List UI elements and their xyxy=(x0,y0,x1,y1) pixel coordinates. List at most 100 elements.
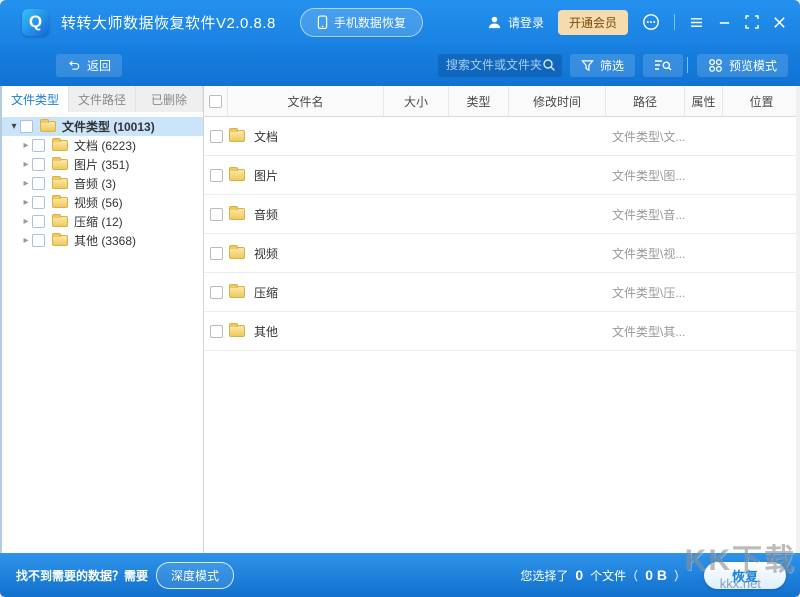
column-header-path[interactable]: 路径 xyxy=(606,86,685,116)
tab-deleted[interactable]: 已删除 xyxy=(136,86,203,112)
file-type-tree: ▾ 文件类型 (10013) ▸ 文档 (6223) ▸ 图片 (351) xyxy=(2,112,203,250)
row-filename: 文档 xyxy=(254,128,278,145)
tree-root-checkbox[interactable] xyxy=(20,120,33,133)
expand-right-icon[interactable]: ▸ xyxy=(20,235,32,246)
selection-suffix: ） xyxy=(674,567,686,584)
search-icon[interactable] xyxy=(542,58,556,72)
row-filename: 其他 xyxy=(254,323,278,340)
phone-recovery-button[interactable]: 手机数据恢复 xyxy=(300,8,423,37)
row-checkbox[interactable] xyxy=(210,286,223,299)
row-checkbox[interactable] xyxy=(210,247,223,260)
folder-icon xyxy=(229,169,245,181)
column-header-attr[interactable]: 属性 xyxy=(685,86,723,116)
table-row[interactable]: 其他 文件类型\其... xyxy=(204,312,800,351)
preview-mode-label: 预览模式 xyxy=(729,57,777,74)
search-input[interactable] xyxy=(446,58,542,72)
row-checkbox[interactable] xyxy=(210,325,223,338)
row-path: 文件类型\其... xyxy=(606,323,685,340)
selection-count: 0 xyxy=(575,567,583,583)
tree-item-video[interactable]: ▸ 视频 (56) xyxy=(2,193,203,212)
selection-mid: 个文件（ xyxy=(590,567,638,584)
tree-item-audio[interactable]: ▸ 音频 (3) xyxy=(2,174,203,193)
expand-down-icon[interactable]: ▾ xyxy=(8,121,20,132)
back-button[interactable]: 返回 xyxy=(56,54,122,77)
column-header-modified[interactable]: 修改时间 xyxy=(509,86,606,116)
tree-item-documents[interactable]: ▸ 文档 (6223) xyxy=(2,136,203,155)
table-row[interactable]: 视频 文件类型\视... xyxy=(204,234,800,273)
column-header-type[interactable]: 类型 xyxy=(449,86,509,116)
phone-icon xyxy=(317,15,328,30)
tree-item-checkbox[interactable] xyxy=(32,196,45,209)
row-filename: 视频 xyxy=(254,245,278,262)
folder-icon xyxy=(40,121,56,132)
titlebar-divider xyxy=(674,14,675,30)
filter-label: 筛选 xyxy=(600,57,624,74)
filter-button[interactable]: 筛选 xyxy=(570,54,635,77)
maximize-icon[interactable] xyxy=(745,15,759,29)
recover-button[interactable]: 恢复 xyxy=(704,562,786,589)
tree-item-label: 其他 (3368) xyxy=(74,232,136,249)
table-row[interactable]: 图片 文件类型\图... xyxy=(204,156,800,195)
column-header-location[interactable]: 位置 xyxy=(723,86,800,116)
expand-right-icon[interactable]: ▸ xyxy=(20,178,32,189)
preview-mode-button[interactable]: 预览模式 xyxy=(697,54,788,77)
row-checkbox[interactable] xyxy=(210,130,223,143)
folder-icon xyxy=(52,235,68,246)
table-header: 文件名 大小 类型 修改时间 路径 属性 位置 xyxy=(204,86,800,117)
folder-icon xyxy=(229,208,245,220)
tree-item-archive[interactable]: ▸ 压缩 (12) xyxy=(2,212,203,231)
tree-item-label: 文档 (6223) xyxy=(74,137,136,154)
tree-item-checkbox[interactable] xyxy=(32,139,45,152)
minimize-icon[interactable] xyxy=(718,16,731,29)
select-all-checkbox[interactable] xyxy=(209,95,222,108)
back-arrow-icon xyxy=(67,59,81,72)
row-filename: 图片 xyxy=(254,167,278,184)
tree-item-other[interactable]: ▸ 其他 (3368) xyxy=(2,231,203,250)
sidebar: 文件类型 文件路径 已删除 ▾ 文件类型 (10013) ▸ 文档 (6223) xyxy=(2,86,204,553)
customer-service-icon[interactable] xyxy=(642,13,660,31)
folder-icon xyxy=(229,247,245,259)
tab-file-path[interactable]: 文件路径 xyxy=(69,86,136,112)
row-checkbox[interactable] xyxy=(210,208,223,221)
app-title: 转转大师数据恢复软件V2.0.8.8 xyxy=(61,12,276,33)
tree-item-checkbox[interactable] xyxy=(32,215,45,228)
tree-item-label: 图片 (351) xyxy=(74,156,129,173)
folder-icon xyxy=(229,286,245,298)
folder-icon xyxy=(52,159,68,170)
tree-item-checkbox[interactable] xyxy=(32,177,45,190)
folder-icon xyxy=(52,216,68,227)
expand-right-icon[interactable]: ▸ xyxy=(20,197,32,208)
row-filename: 音频 xyxy=(254,206,278,223)
filter-search-button[interactable] xyxy=(643,54,683,77)
login-button[interactable]: 请登录 xyxy=(487,14,544,31)
funnel-icon xyxy=(581,59,594,72)
scrollbar[interactable] xyxy=(796,86,800,553)
row-path: 文件类型\文... xyxy=(606,128,685,145)
tree-item-label: 音频 (3) xyxy=(74,175,116,192)
deep-mode-button[interactable]: 深度模式 xyxy=(156,562,234,589)
row-checkbox[interactable] xyxy=(210,169,223,182)
tab-file-type[interactable]: 文件类型 xyxy=(2,86,69,112)
menu-icon[interactable] xyxy=(689,16,704,29)
tree-item-label: 压缩 (12) xyxy=(74,213,123,230)
expand-right-icon[interactable]: ▸ xyxy=(20,140,32,151)
row-path: 文件类型\压... xyxy=(606,284,685,301)
tree-root-file-type[interactable]: ▾ 文件类型 (10013) xyxy=(2,117,203,136)
search-box xyxy=(438,54,562,77)
selection-size: 0 B xyxy=(645,567,667,583)
table-row[interactable]: 文档 文件类型\文... xyxy=(204,117,800,156)
tree-item-checkbox[interactable] xyxy=(32,158,45,171)
folder-icon xyxy=(52,140,68,151)
vip-button[interactable]: 开通会员 xyxy=(558,10,628,35)
table-row[interactable]: 音频 文件类型\音... xyxy=(204,195,800,234)
tree-item-checkbox[interactable] xyxy=(32,234,45,247)
app-window: Q 转转大师数据恢复软件V2.0.8.8 手机数据恢复 请登录 开通会员 xyxy=(0,0,800,597)
tree-item-images[interactable]: ▸ 图片 (351) xyxy=(2,155,203,174)
table-row[interactable]: 压缩 文件类型\压... xyxy=(204,273,800,312)
close-icon[interactable] xyxy=(773,16,786,29)
row-filename: 压缩 xyxy=(254,284,278,301)
expand-right-icon[interactable]: ▸ xyxy=(20,216,32,227)
column-header-filename[interactable]: 文件名 xyxy=(228,86,384,116)
expand-right-icon[interactable]: ▸ xyxy=(20,159,32,170)
column-header-size[interactable]: 大小 xyxy=(384,86,449,116)
